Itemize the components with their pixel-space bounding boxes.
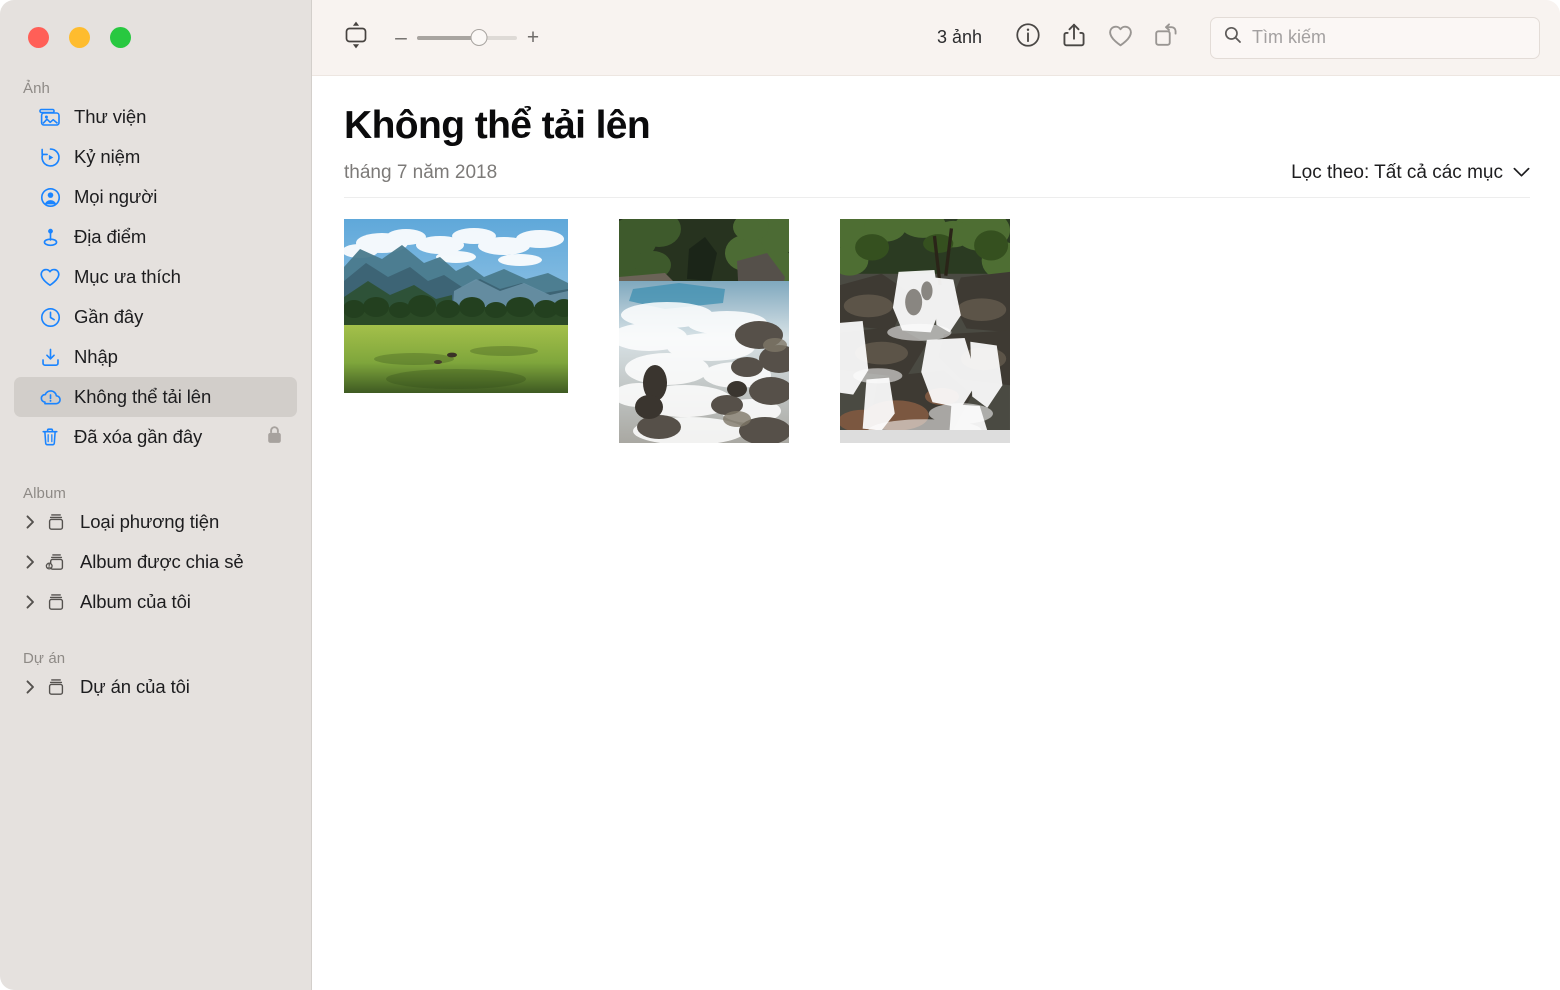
- favorite-button[interactable]: [1098, 18, 1142, 58]
- chevron-down-icon: [1513, 162, 1530, 184]
- aspect-ratio-icon: [341, 19, 371, 56]
- sidebar-item-unable-to-upload[interactable]: Không thể tải lên: [14, 377, 297, 417]
- photo-grid: [344, 219, 1530, 443]
- view-mode-button[interactable]: [334, 18, 378, 58]
- photo-count-label: 3 ảnh: [937, 27, 982, 48]
- sidebar-item-label: Dự án của tôi: [80, 676, 190, 698]
- sidebar-item-memories[interactable]: Kỷ niệm: [14, 137, 297, 177]
- sidebar-list-album: Loại phương tiện: [0, 502, 311, 622]
- minimize-button[interactable]: [69, 27, 90, 48]
- sidebar-item-label: Thư viện: [74, 106, 146, 128]
- info-circle-icon: [1014, 21, 1042, 54]
- rotate-icon: [1152, 21, 1180, 54]
- clock-icon: [37, 304, 63, 330]
- sidebar-item-label: Mọi người: [74, 186, 157, 208]
- toolbar: – + 3 ảnh: [312, 0, 1560, 76]
- search-input[interactable]: [1252, 27, 1529, 48]
- sidebar-item-library[interactable]: Thư viện: [14, 97, 297, 137]
- main-area: – + 3 ảnh: [312, 0, 1560, 990]
- share-button[interactable]: [1052, 18, 1096, 58]
- heart-icon: [37, 264, 63, 290]
- sidebar-list-projects: Dự án của tôi: [0, 667, 311, 707]
- album-icon: [43, 589, 69, 615]
- cloud-warning-icon: [37, 384, 63, 410]
- subheader-row: tháng 7 năm 2018 Lọc theo: Tất cả các mụ…: [344, 162, 1530, 198]
- sidebar-item-recently-deleted[interactable]: Đã xóa gần đây: [14, 417, 297, 457]
- sidebar-item-my-albums[interactable]: Album của tôi: [14, 582, 297, 622]
- toolbar-right-group: 3 ảnh: [937, 17, 1540, 59]
- sidebar-item-label: Nhập: [74, 346, 118, 368]
- sidebar-item-label: Không thể tải lên: [74, 386, 211, 408]
- sidebar-item-label: Kỷ niệm: [74, 146, 140, 168]
- sidebar-list-photos: Thư viện Kỷ niệm: [0, 97, 311, 457]
- sidebar-item-label: Album được chia sẻ: [80, 551, 244, 573]
- sidebar-section-header-photos: Ảnh: [0, 80, 311, 97]
- chevron-right-icon[interactable]: [23, 680, 37, 694]
- sidebar-item-label: Album của tôi: [80, 591, 191, 613]
- filter-dropdown[interactable]: Lọc theo: Tất cả các mục: [1291, 162, 1530, 184]
- album-icon: [43, 509, 69, 535]
- sidebar-item-label: Đã xóa gần đây: [74, 426, 202, 448]
- photos-library-icon: [37, 104, 63, 130]
- sidebar-item-recents[interactable]: Gần đây: [14, 297, 297, 337]
- sidebar-section-header-album: Album: [0, 485, 311, 502]
- close-button[interactable]: [28, 27, 49, 48]
- zoom-slider[interactable]: [417, 30, 517, 46]
- zoom-control[interactable]: – +: [394, 27, 540, 48]
- photo-meadow-mountains[interactable]: [344, 219, 568, 393]
- sidebar-item-my-projects[interactable]: Dự án của tôi: [14, 667, 297, 707]
- heart-icon: [1106, 21, 1135, 55]
- content-area: Không thể tải lên tháng 7 năm 2018 Lọc t…: [312, 76, 1560, 443]
- chevron-right-icon[interactable]: [23, 555, 37, 569]
- date-label: tháng 7 năm 2018: [344, 162, 497, 184]
- search-field[interactable]: [1210, 17, 1540, 59]
- sidebar: Ảnh Thư viện: [0, 0, 312, 990]
- search-icon: [1223, 25, 1243, 50]
- memories-icon: [37, 144, 63, 170]
- zoom-in-button[interactable]: +: [526, 27, 540, 48]
- import-icon: [37, 344, 63, 370]
- rotate-button[interactable]: [1144, 18, 1188, 58]
- sidebar-item-media-types[interactable]: Loại phương tiện: [14, 502, 297, 542]
- sidebar-item-places[interactable]: Địa điểm: [14, 217, 297, 257]
- sidebar-item-label: Gần đây: [74, 306, 143, 328]
- photo-waterfall[interactable]: [840, 219, 1010, 443]
- sidebar-section-header-projects: Dự án: [0, 650, 311, 667]
- share-icon: [1060, 21, 1088, 54]
- page-title: Không thể tải lên: [344, 104, 1530, 148]
- shared-album-icon: [43, 549, 69, 575]
- people-icon: [37, 184, 63, 210]
- sidebar-item-shared-albums[interactable]: Album được chia sẻ: [14, 542, 297, 582]
- sidebar-item-import[interactable]: Nhập: [14, 337, 297, 377]
- sidebar-item-label: Địa điểm: [74, 226, 146, 248]
- info-button[interactable]: [1006, 18, 1050, 58]
- maximize-button[interactable]: [110, 27, 131, 48]
- chevron-right-icon[interactable]: [23, 595, 37, 609]
- photo-rocky-river[interactable]: [619, 219, 789, 443]
- chevron-right-icon[interactable]: [23, 515, 37, 529]
- sidebar-item-label: Loại phương tiện: [80, 511, 219, 533]
- sidebar-item-people[interactable]: Mọi người: [14, 177, 297, 217]
- zoom-out-button[interactable]: –: [394, 27, 408, 48]
- trash-icon: [37, 424, 63, 450]
- lock-icon: [266, 425, 283, 450]
- album-icon: [43, 674, 69, 700]
- slider-thumb[interactable]: [471, 29, 488, 46]
- sidebar-item-favorites[interactable]: Mục ưa thích: [14, 257, 297, 297]
- filter-label: Lọc theo: Tất cả các mục: [1291, 162, 1503, 184]
- photos-window: Ảnh Thư viện: [0, 0, 1560, 990]
- window-controls: [28, 27, 131, 48]
- places-pin-icon: [37, 224, 63, 250]
- sidebar-item-label: Mục ưa thích: [74, 266, 181, 288]
